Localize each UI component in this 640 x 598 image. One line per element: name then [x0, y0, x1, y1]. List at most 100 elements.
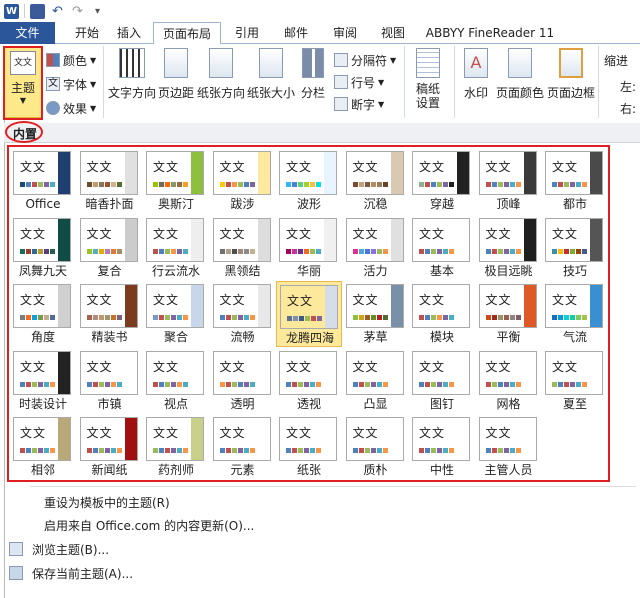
theme-thumbnail: 文文: [212, 350, 271, 395]
theme-item[interactable]: 文文 透明: [210, 348, 276, 414]
menu-item-enable-updates[interactable]: 启用来自 Office.com 的内容更新(O)...: [4, 513, 640, 537]
theme-item[interactable]: 文文 平衡: [476, 281, 542, 347]
theme-color-swatches: [552, 248, 587, 254]
page-borders-button[interactable]: 页面边框: [546, 48, 596, 101]
theme-item[interactable]: 文文 Office: [10, 148, 76, 214]
theme-thumbnail: 文文: [13, 151, 71, 195]
theme-item[interactable]: 文文 透视: [276, 348, 342, 414]
watermark-button[interactable]: A 水印: [458, 48, 494, 101]
theme-item[interactable]: 文文 沉稳: [343, 148, 409, 214]
theme-item[interactable]: 文文 茅草: [343, 281, 409, 347]
size-button[interactable]: 纸张大小: [246, 48, 296, 101]
theme-item[interactable]: 文文 基本: [409, 215, 475, 281]
theme-item[interactable]: 文文 质朴: [343, 414, 409, 480]
theme-item[interactable]: 文文 模块: [409, 281, 475, 347]
theme-colors-button[interactable]: 颜色 ▼: [46, 50, 96, 70]
tab-view[interactable]: 视图: [372, 22, 414, 44]
tab-home[interactable]: 开始: [62, 22, 112, 44]
theme-item[interactable]: 文文 活力: [343, 215, 409, 281]
theme-item[interactable]: 文文 网格: [476, 348, 542, 414]
theme-name: 市镇: [97, 396, 122, 411]
theme-sample-text: 文文: [219, 160, 246, 174]
save-theme-icon: [9, 566, 23, 580]
theme-item[interactable]: 文文 角度: [10, 281, 76, 347]
theme-item[interactable]: 文文 龙腾四海: [276, 281, 342, 347]
theme-item[interactable]: 文文 市镇: [77, 348, 143, 414]
theme-item[interactable]: 文文 精装书: [77, 281, 143, 347]
theme-item[interactable]: 文文 都市: [542, 148, 608, 214]
breaks-button[interactable]: 分隔符 ▼: [334, 50, 396, 70]
theme-item[interactable]: 文文 凸显: [343, 348, 409, 414]
tab-insert[interactable]: 插入: [108, 22, 150, 44]
theme-item[interactable]: 文文 新闻纸: [77, 414, 143, 480]
menu-item-reset-theme[interactable]: 重设为模板中的主题(R): [4, 490, 640, 514]
theme-item[interactable]: 文文 聚合: [143, 281, 209, 347]
theme-sample-text: 文文: [352, 160, 379, 174]
menu-item-browse-themes[interactable]: 浏览主题(B)...: [4, 537, 640, 561]
breaks-label: 分隔符: [351, 53, 388, 68]
theme-item[interactable]: 文文 极目远眺: [476, 215, 542, 281]
theme-color-swatches: [219, 182, 255, 187]
theme-item[interactable]: 文文 凤舞九天: [10, 215, 76, 281]
themes-grid: 文文 Office 文文 暗香扑面 文文 奥斯汀 文文 跋涉 文文 波形 文文 沉稳 文文 穿越 文文 顶峰文…: [7, 145, 610, 482]
theme-color-swatches: [485, 315, 521, 320]
theme-item[interactable]: 文文 纸张: [276, 414, 342, 480]
theme-accent-strip: [523, 152, 536, 194]
redo-icon[interactable]: ↷: [70, 4, 85, 19]
theme-item[interactable]: 文文 暗香扑面: [77, 148, 143, 214]
theme-name: 凸显: [363, 396, 388, 411]
theme-name: 时装设计: [18, 396, 67, 411]
word-app-icon[interactable]: W: [4, 3, 19, 19]
theme-sample-text: 文文: [86, 293, 113, 307]
theme-accent-strip: [457, 351, 469, 394]
theme-item[interactable]: 文文 顶峰: [476, 148, 542, 214]
page-color-button[interactable]: 页面颜色: [494, 48, 546, 101]
theme-item[interactable]: 文文 中性: [409, 414, 475, 480]
theme-item[interactable]: 文文 行云流水: [143, 215, 209, 281]
text-direction-button[interactable]: 文字方向: [106, 48, 158, 101]
menu-item-save-theme[interactable]: 保存当前主题(A)...: [4, 561, 640, 585]
theme-item[interactable]: 文文 流畅: [210, 281, 276, 347]
theme-item[interactable]: 文文 图钉: [409, 348, 475, 414]
tab-page-layout[interactable]: 页面布局: [153, 22, 221, 45]
theme-accent-strip: [58, 285, 70, 327]
theme-item[interactable]: 文文 波形: [276, 148, 342, 214]
save-icon[interactable]: [30, 3, 45, 19]
theme-color-swatches: [352, 315, 388, 320]
theme-sample-text: 文文: [286, 359, 313, 374]
theme-item[interactable]: 文文 奥斯汀: [143, 148, 209, 214]
tab-file[interactable]: 文件: [0, 22, 55, 44]
theme-item[interactable]: 文文 元素: [210, 414, 276, 480]
tab-mailings[interactable]: 邮件: [275, 22, 317, 44]
hyphenation-button[interactable]: 断字 ▼: [334, 94, 384, 114]
orientation-button[interactable]: 纸张方向: [196, 48, 246, 101]
theme-item[interactable]: 文文 相邻: [10, 414, 76, 480]
tab-references[interactable]: 引用: [226, 22, 268, 44]
tab-review[interactable]: 审阅: [322, 22, 368, 44]
theme-item[interactable]: 文文 药剂师: [143, 414, 209, 480]
theme-item[interactable]: 文文 主管人员: [476, 414, 542, 480]
theme-color-swatches: [20, 182, 55, 187]
theme-item[interactable]: 文文 黑领结: [210, 215, 276, 281]
tab-abbyy[interactable]: ABBYY FineReader 11: [420, 22, 560, 44]
draft-paper-button[interactable]: 稿纸 设置: [410, 48, 446, 110]
line-numbers-button[interactable]: 行号 ▼: [334, 72, 384, 92]
ribbon-tabs: 文件 开始 插入 页面布局 引用 邮件 审阅 视图 ABBYY FineRead…: [0, 22, 640, 45]
theme-fonts-button[interactable]: 文 字体 ▼: [46, 74, 96, 94]
divider: [103, 46, 104, 118]
customize-toolbar-icon[interactable]: ▾: [90, 4, 105, 19]
margins-button[interactable]: 页边距: [158, 48, 194, 101]
theme-item[interactable]: 文文 时装设计: [10, 348, 76, 414]
theme-item[interactable]: 文文 复合: [77, 215, 143, 281]
undo-icon[interactable]: ↶: [50, 4, 65, 19]
theme-item[interactable]: 文文 华丽: [276, 215, 342, 281]
theme-item[interactable]: 文文 视点: [143, 348, 209, 414]
theme-item[interactable]: 文文 技巧: [542, 215, 608, 281]
theme-item[interactable]: 文文 跋涉: [210, 148, 276, 214]
theme-item[interactable]: 文文 夏至: [542, 348, 608, 414]
theme-effects-button[interactable]: 效果 ▼: [46, 98, 96, 118]
theme-item[interactable]: 文文 穿越: [409, 148, 475, 214]
theme-accent-strip: [590, 152, 602, 194]
theme-item[interactable]: 文文 气流: [542, 281, 608, 347]
columns-button[interactable]: 分栏: [298, 48, 328, 101]
